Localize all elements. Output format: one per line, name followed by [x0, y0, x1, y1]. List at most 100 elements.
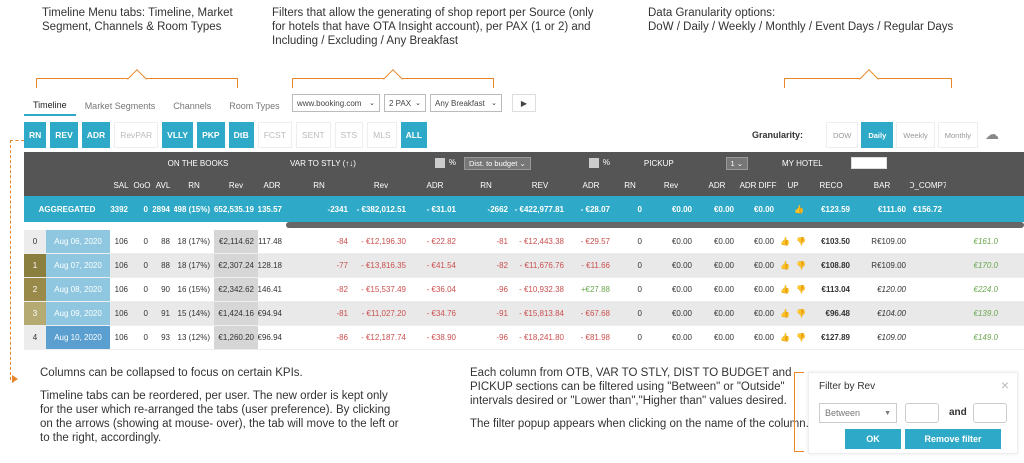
- checkbox[interactable]: [434, 158, 445, 168]
- annotation-timeline-tabs: Timeline Menu tabs: Timeline, Market Seg…: [42, 7, 233, 33]
- column-header-rn[interactable]: RN: [460, 174, 512, 196]
- remove-filter-button[interactable]: Remove filter: [905, 429, 1001, 449]
- thumbs-down-icon[interactable]: 👎: [796, 333, 806, 342]
- table-cell: -84: [336, 237, 348, 246]
- kpi-button-fcst[interactable]: FCST: [257, 122, 292, 148]
- section-var[interactable]: VAR TO STLY (↑↓) %: [286, 152, 460, 174]
- filter-max-input[interactable]: [973, 403, 1007, 423]
- row-date[interactable]: Aug 09, 2020: [46, 302, 110, 325]
- reco-cell: €113.04: [821, 285, 850, 294]
- column-header-blank: [46, 174, 110, 196]
- thumbs-down-icon[interactable]: 👎: [796, 237, 806, 246]
- section-dist-pct[interactable]: %: [588, 158, 610, 168]
- thumbs-up-icon[interactable]: 👍: [780, 237, 790, 246]
- kpi-button-revpar[interactable]: RevPAR: [114, 122, 159, 148]
- dashed-connector: [10, 140, 11, 380]
- kpi-button-vlly[interactable]: VLLY: [162, 122, 194, 148]
- granularity-weekly[interactable]: Weekly: [896, 122, 935, 148]
- filter-mode-select[interactable]: Between ▼: [819, 403, 897, 423]
- reco-cell: €96.48: [825, 309, 850, 318]
- source-select[interactable]: www.booking.com ⌄: [292, 94, 380, 112]
- section-otb[interactable]: ON THE BOOKS: [110, 152, 286, 174]
- tab-timeline[interactable]: Timeline: [24, 96, 76, 116]
- section-header-row: ON THE BOOKS VAR TO STLY (↑↓) % Dist. to…: [24, 152, 1024, 174]
- column-header-ooo[interactable]: OoO: [132, 174, 152, 196]
- pax-select[interactable]: 2 PAX ⌄: [384, 94, 426, 112]
- tab-market-segments[interactable]: Market Segments: [76, 97, 165, 115]
- tab-channels[interactable]: Channels: [164, 97, 220, 115]
- row-date[interactable]: Aug 08, 2020: [46, 278, 110, 301]
- kpi-button-adr[interactable]: ADR: [81, 122, 111, 148]
- thumbs-up-icon[interactable]: 👍: [780, 285, 790, 294]
- reco-cell: €108.80: [821, 261, 850, 270]
- thumbs-down-icon[interactable]: 👎: [796, 261, 806, 270]
- filter-min-input[interactable]: [905, 403, 939, 423]
- granularity-dow[interactable]: DOW: [826, 122, 859, 148]
- thumbs-down-icon[interactable]: 👎: [796, 309, 806, 318]
- ok-button[interactable]: OK: [845, 429, 901, 449]
- play-button[interactable]: ▶: [512, 94, 536, 112]
- thumbs-up-icon[interactable]: 👍: [780, 333, 790, 342]
- table-cell: 106: [114, 309, 128, 318]
- granularity-daily[interactable]: Daily: [861, 122, 894, 148]
- section-pickup[interactable]: PICKUP 1 ⌄: [614, 152, 778, 174]
- thumbs-up-icon[interactable]: 👍: [780, 261, 790, 270]
- kpi-button-pkp[interactable]: PKP: [197, 122, 225, 148]
- dist-select[interactable]: Dist. to budget ⌄: [464, 156, 531, 170]
- granularity-monthly[interactable]: Monthly: [937, 122, 978, 148]
- row-date[interactable]: Aug 07, 2020: [46, 254, 110, 277]
- column-header-rn[interactable]: RN: [286, 174, 352, 196]
- aggregated-row: AGGREGATED 3392 0 2894 498 (15%) €652,535.19 €…: [24, 196, 1024, 222]
- thumbs-down-icon[interactable]: 👎: [796, 285, 806, 294]
- row-date[interactable]: Aug 10, 2020: [46, 326, 110, 349]
- column-header-avl[interactable]: AVL: [152, 174, 174, 196]
- table-cell: - €34.76: [426, 309, 456, 318]
- column-header-up[interactable]: UP: [778, 174, 808, 196]
- column-header-reco[interactable]: RECO: [808, 174, 854, 196]
- kpi-button-sts[interactable]: STS: [334, 122, 364, 148]
- kpi-button-rn[interactable]: RN: [24, 122, 47, 148]
- kpi-button-rev[interactable]: REV: [50, 122, 78, 148]
- table-cell: €0.00: [713, 309, 734, 318]
- column-header-adr-diff[interactable]: ADR DIFF: [738, 174, 778, 196]
- column-header-rev[interactable]: Rev: [214, 174, 258, 196]
- column-header-adr[interactable]: ADR: [568, 174, 614, 196]
- annotation-left: Columns can be collapsed to focus on cer…: [40, 366, 400, 454]
- cloud-upload-icon[interactable]: ☁: [982, 126, 1002, 144]
- kpi-button-sent[interactable]: SENT: [295, 122, 331, 148]
- aggregated-cell: - €28.07: [580, 204, 610, 214]
- kpi-button-all[interactable]: ALL: [400, 122, 428, 148]
- row-date[interactable]: Aug 06, 2020: [46, 230, 110, 253]
- row-index: 4: [24, 326, 46, 349]
- horizontal-scrollbar[interactable]: [286, 222, 1024, 228]
- section-my-hotel[interactable]: MY HOTEL: [778, 152, 932, 174]
- column-header-rn[interactable]: RN: [614, 174, 646, 196]
- kpi-button-mls[interactable]: MLS: [367, 122, 397, 148]
- column-header-sal[interactable]: SAL: [110, 174, 132, 196]
- column-header-rev[interactable]: Rev: [646, 174, 696, 196]
- table-cell: - €15,813.84: [519, 309, 564, 318]
- close-icon[interactable]: ×: [1001, 377, 1009, 393]
- pickup-select[interactable]: 1 ⌄: [725, 156, 749, 170]
- thumbs-up-icon[interactable]: 👍: [780, 309, 790, 318]
- comp-cell: €170.0: [973, 261, 998, 270]
- breakfast-select[interactable]: Any Breakfast ⌄: [430, 94, 502, 112]
- column-header-dmo-comp7-s-[interactable]: DMO_COMP7 (S): [910, 174, 946, 196]
- kpi-button-dtb[interactable]: DtB: [228, 122, 254, 148]
- table-cell: €0.00: [671, 333, 692, 342]
- section-dist[interactable]: Dist. to budget ⌄ %: [460, 152, 614, 174]
- tab-room-types[interactable]: Room Types: [220, 97, 288, 115]
- column-header-adr[interactable]: ADR: [258, 174, 286, 196]
- column-header-rev[interactable]: REV: [512, 174, 568, 196]
- my-hotel-select[interactable]: [850, 157, 887, 169]
- checkbox[interactable]: [588, 158, 599, 168]
- column-header-adr[interactable]: ADR: [696, 174, 738, 196]
- feedback-cell: 👍 👎: [778, 254, 808, 277]
- dashed-connector-top: [10, 140, 24, 141]
- column-header-adr[interactable]: ADR: [410, 174, 460, 196]
- column-header-rn[interactable]: RN: [174, 174, 214, 196]
- section-var-pct[interactable]: %: [434, 158, 456, 168]
- column-header-bar[interactable]: BAR: [854, 174, 910, 196]
- play-icon: ▶: [520, 98, 528, 108]
- column-header-rev[interactable]: Rev: [352, 174, 410, 196]
